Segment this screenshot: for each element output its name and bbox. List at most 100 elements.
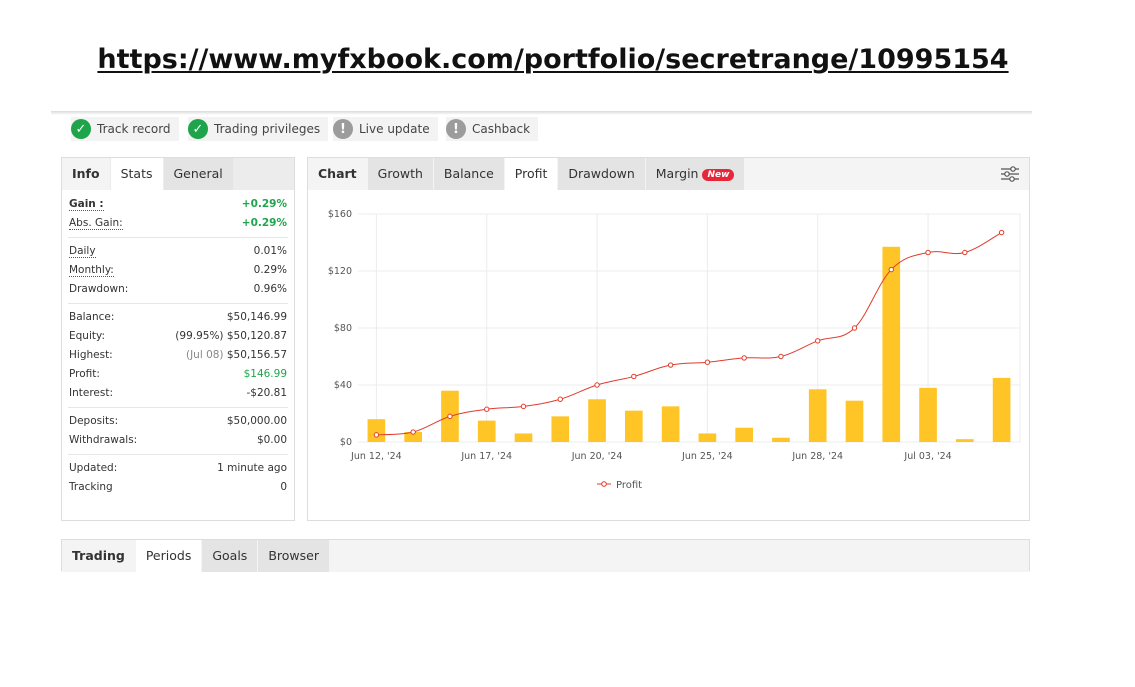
profit-bar	[808, 389, 827, 442]
stat-value: 0	[280, 481, 287, 493]
profit-bar	[845, 400, 864, 442]
chart-legend: Profit	[597, 480, 642, 491]
profit-point	[631, 373, 637, 380]
profit-point	[962, 249, 968, 256]
profit-bar	[772, 437, 790, 442]
stat-value: 0.01%	[253, 245, 287, 257]
profit-bar	[661, 406, 680, 442]
profit-point	[373, 432, 380, 438]
tab-general[interactable]: General	[163, 158, 233, 190]
stat-label: Highest:	[69, 349, 113, 361]
stats-panel: Info Stats General Gain : +0.29% Abs. Ga…	[61, 157, 295, 521]
tab-stats[interactable]: Stats	[110, 158, 163, 190]
legend-label[interactable]: Profit	[616, 480, 642, 491]
x-tick-label: Jun 25, '24	[681, 451, 733, 462]
stat-mainvalue: $50,156.57	[226, 349, 287, 361]
stat-label[interactable]: Daily	[69, 245, 96, 258]
stat-label: Tracking	[69, 481, 113, 493]
stat-interest: Interest: -$20.81	[62, 384, 294, 403]
tab-drawdown[interactable]: Drawdown	[558, 158, 645, 190]
stat-abs-gain: Abs. Gain: +0.29%	[62, 214, 294, 233]
tab-browser[interactable]: Browser	[258, 540, 329, 572]
tab-growth[interactable]: Growth	[367, 158, 433, 190]
divider	[68, 407, 288, 408]
profit-bar	[367, 419, 386, 442]
stat-mainvalue: $50,120.87	[226, 330, 287, 342]
profit-bar	[477, 420, 496, 442]
stat-daily: Daily 0.01%	[62, 242, 294, 261]
badge-cashback: ! Cashback	[446, 117, 539, 141]
stat-value: $50,000.00	[226, 415, 287, 427]
tab-trading[interactable]: Trading	[62, 540, 135, 572]
stat-label: Interest:	[69, 387, 113, 399]
badge-trading-privileges: ✓ Trading privileges	[188, 117, 329, 141]
x-tick-label: Jun 28, '24	[791, 451, 843, 462]
x-tick-label: Jun 20, '24	[571, 451, 623, 462]
tab-chart[interactable]: Chart	[308, 158, 367, 190]
tab-info[interactable]: Info	[62, 158, 110, 190]
profit-bar	[698, 433, 717, 442]
stat-tracking: Tracking 0	[62, 478, 294, 497]
portfolio-url[interactable]: https://www.myfxbook.com/portfolio/secre…	[0, 44, 1106, 75]
stat-gain: Gain : +0.29%	[62, 195, 294, 214]
stat-highest: Highest: (Jul 08) $50,156.57	[62, 346, 294, 365]
stat-equity: Equity: (99.95%) $50,120.87	[62, 327, 294, 346]
tab-profit[interactable]: Profit	[504, 158, 558, 190]
exclamation-icon: !	[446, 119, 466, 139]
exclamation-icon: !	[333, 119, 353, 139]
stats-tabs: Info Stats General	[62, 158, 294, 190]
y-tick-label: $120	[328, 266, 352, 277]
stat-label: Updated:	[69, 462, 118, 474]
stat-label: Deposits:	[69, 415, 119, 427]
stat-monthly: Monthly: 0.29%	[62, 261, 294, 280]
tab-periods[interactable]: Periods	[135, 540, 202, 572]
settings-sliders-icon[interactable]	[1001, 166, 1019, 182]
stat-value: 0.29%	[253, 264, 287, 276]
tab-goals[interactable]: Goals	[202, 540, 258, 572]
legend-swatch-marker	[601, 481, 607, 487]
stat-profit: Profit: $146.99	[62, 365, 294, 384]
tab-margin[interactable]: Margin New	[645, 158, 745, 190]
check-icon: ✓	[188, 119, 208, 139]
stat-label[interactable]: Monthly:	[69, 264, 114, 277]
profit-bar	[588, 399, 606, 442]
profit-line	[376, 232, 1002, 436]
verification-badges: ✓ Track record ✓ Trading privileges ! Li…	[51, 115, 1032, 143]
stat-label: Withdrawals:	[69, 434, 138, 446]
chart-tabs: Chart Growth Balance Profit Drawdown Mar…	[308, 158, 1029, 190]
badge-label: Trading privileges	[214, 122, 321, 136]
divider	[68, 454, 288, 455]
stat-label[interactable]: Abs. Gain:	[69, 217, 123, 230]
stat-subvalue: (Jul 08)	[185, 349, 224, 361]
profit-bar	[735, 427, 753, 442]
stat-updated: Updated: 1 minute ago	[62, 459, 294, 478]
y-tick-label: $80	[334, 323, 352, 334]
y-tick-label: $40	[334, 380, 352, 391]
profit-point	[704, 359, 711, 365]
tab-balance[interactable]: Balance	[433, 158, 504, 190]
chart-panel: Chart Growth Balance Profit Drawdown Mar…	[307, 157, 1030, 521]
profit-point	[667, 362, 674, 368]
profit-point	[851, 325, 858, 331]
profit-point	[778, 353, 784, 360]
bottom-tabs: Trading Periods Goals Browser	[62, 540, 1029, 572]
profit-bar	[551, 416, 570, 442]
profit-point	[998, 229, 1005, 236]
y-tick-label: $160	[328, 209, 352, 220]
stat-label: Profit:	[69, 368, 100, 380]
divider	[68, 237, 288, 238]
x-tick-label: Jun 12, '24	[350, 451, 402, 462]
profit-bar	[992, 377, 1011, 442]
myfxbook-screenshot: ✓ Track record ✓ Trading privileges ! Li…	[51, 111, 1032, 572]
badge-label: Live update	[359, 122, 430, 136]
stat-value: $50,146.99	[226, 311, 287, 323]
profit-point	[925, 249, 931, 256]
divider	[68, 303, 288, 304]
badge-live-update: ! Live update	[333, 117, 438, 141]
stat-label[interactable]: Gain :	[69, 198, 104, 211]
bottom-panel: Trading Periods Goals Browser	[61, 539, 1030, 572]
stat-label: Equity:	[69, 330, 105, 342]
profit-point	[447, 413, 453, 420]
y-tick-label: $0	[340, 437, 352, 448]
x-tick-label: Jul 03, '24	[903, 451, 951, 462]
